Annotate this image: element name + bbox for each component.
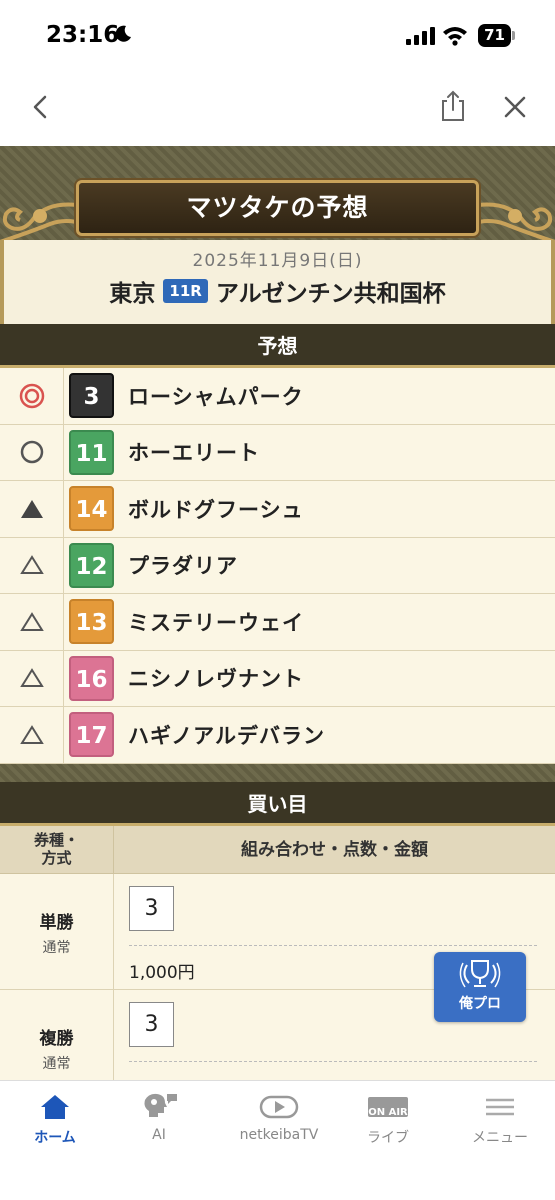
bet-amount: 1,000円 [129, 963, 195, 983]
home-icon [41, 1095, 69, 1119]
tab-ai[interactable]: AI [109, 1091, 209, 1143]
prediction-row[interactable]: 17 ハギノアルデバラン [0, 707, 555, 764]
horse-name[interactable]: ハギノアルデバラン [128, 720, 325, 750]
race-info: 2025年11月9日(日) 東京 11R アルゼンチン共和国杯 [0, 240, 555, 324]
trophy-icon [459, 960, 501, 988]
honmei-mark-icon [0, 368, 64, 424]
nav-bar [0, 72, 555, 146]
prediction-row[interactable]: 3 ローシャムパーク [0, 368, 555, 425]
tab-label: ライブ [367, 1130, 409, 1146]
bet-method: 通常 [42, 940, 71, 956]
tanana-mark-icon [0, 481, 64, 537]
horse-number: 11 [69, 429, 114, 475]
horse-number: 16 [69, 655, 114, 701]
status-time: 23:16 [46, 22, 120, 48]
race-venue: 東京 [109, 281, 156, 307]
status-bar: 23:16 71 [0, 0, 555, 72]
horse-name[interactable]: ミステリーウェイ [128, 607, 304, 637]
tab-label: メニュー [472, 1130, 528, 1146]
bets-table-header: 券種・ 方式 組み合わせ・点数・金額 [0, 826, 555, 874]
tab-netkeibatv[interactable]: netkeibaTV [229, 1091, 329, 1143]
title-plate: マツタケの予想 [76, 180, 479, 236]
horse-number: 14 [69, 486, 114, 532]
renka-mark-icon [0, 650, 64, 706]
tab-label: AI [152, 1127, 166, 1143]
tab-label: ホーム [34, 1130, 76, 1146]
horse-number: 3 [69, 373, 114, 419]
tab-live[interactable]: ON AIR ライブ [338, 1091, 438, 1147]
play-icon [259, 1095, 299, 1119]
horse-number: 12 [69, 542, 114, 588]
ore-pro-button[interactable]: 俺プロ [434, 952, 526, 1022]
section-divider [0, 764, 555, 782]
battery-level: 71 [478, 24, 511, 47]
bet-type: 複勝 [39, 1029, 74, 1049]
close-icon[interactable] [500, 92, 530, 122]
share-icon[interactable] [438, 89, 468, 123]
renka-mark-icon [0, 707, 64, 763]
horse-name[interactable]: ホーエリート [128, 437, 260, 467]
prediction-header: マツタケの予想 2025年11月9日(日) 東京 11R アルゼンチン共和国杯 [0, 146, 555, 324]
horse-name[interactable]: ニシノレヴナント [128, 663, 304, 693]
menu-icon [486, 1098, 514, 1116]
renka-mark-icon [0, 537, 64, 593]
tab-label: netkeibaTV [239, 1127, 319, 1143]
signal-icon [406, 27, 435, 45]
prediction-row[interactable]: 12 プラダリア [0, 537, 555, 594]
prediction-section-header: 予想 [0, 324, 555, 368]
moon-icon [115, 25, 131, 42]
prediction-row[interactable]: 11 ホーエリート [0, 424, 555, 481]
race-number-badge: 11R [163, 279, 208, 303]
bet-combination: 3 [129, 886, 174, 931]
prediction-row[interactable]: 16 ニシノレヴナント [0, 650, 555, 707]
race-date: 2025年11月9日(日) [192, 251, 363, 271]
column-bet-type-line1: 券種・ [33, 831, 79, 849]
prediction-row[interactable]: 13 ミステリーウェイ [0, 594, 555, 651]
bets-section-header: 買い目 [0, 782, 555, 826]
renka-mark-icon [0, 594, 64, 650]
back-icon[interactable] [26, 92, 56, 122]
column-combination: 組み合わせ・点数・金額 [241, 840, 428, 860]
ai-icon [144, 1093, 177, 1117]
prediction-row[interactable]: 14 ボルドグフーシュ [0, 481, 555, 538]
bet-combination: 3 [129, 1002, 174, 1047]
tab-bar: ホーム AI netkeibaTV ON AIR ライブ メニュー [0, 1080, 555, 1200]
horse-name[interactable]: プラダリア [128, 550, 238, 580]
bet-type-cell: 単勝 通常 [0, 874, 114, 989]
horse-number: 17 [69, 712, 114, 758]
page-title: マツタケの予想 [186, 193, 369, 222]
on-air-badge: ON AIR [368, 1107, 408, 1118]
ore-pro-label: 俺プロ [459, 996, 501, 1012]
column-bet-type-line2: 方式 [41, 849, 72, 867]
race-name: アルゼンチン共和国杯 [215, 281, 446, 307]
bet-type: 単勝 [39, 913, 74, 933]
battery-icon: 71 [478, 24, 516, 47]
column-bet-type: 券種・ 方式 [0, 826, 114, 873]
prediction-list: 3 ローシャムパーク 11 ホーエリート 14 ボルドグフーシュ 12 プラダリ… [0, 368, 555, 764]
horse-number: 13 [69, 599, 114, 645]
taikou-mark-icon [0, 424, 64, 480]
wifi-icon [443, 27, 467, 46]
horse-name[interactable]: ローシャムパーク [128, 381, 304, 411]
horse-name[interactable]: ボルドグフーシュ [128, 494, 304, 524]
bet-method: 通常 [42, 1056, 71, 1072]
tab-home[interactable]: ホーム [5, 1091, 105, 1147]
race-line: 東京 11R アルゼンチン共和国杯 [4, 274, 551, 308]
tab-menu[interactable]: メニュー [450, 1091, 550, 1147]
